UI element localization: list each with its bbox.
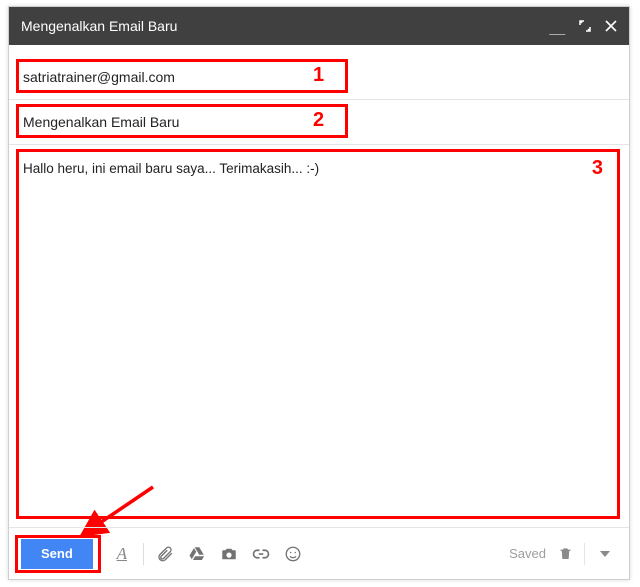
compose-window: Mengenalkan Email Baru __ 1 — [8, 6, 630, 580]
attach-icon[interactable] — [150, 539, 180, 569]
body-field[interactable] — [21, 155, 617, 527]
drive-icon[interactable] — [182, 539, 212, 569]
window-title: Mengenalkan Email Baru — [21, 18, 177, 34]
formatting-button[interactable]: A — [107, 539, 137, 569]
expand-icon[interactable] — [579, 20, 591, 32]
saved-label: Saved — [509, 546, 546, 561]
minimize-icon[interactable]: __ — [549, 21, 565, 35]
more-options-button[interactable] — [593, 549, 617, 559]
link-icon[interactable] — [246, 539, 276, 569]
toolbar-divider — [584, 543, 585, 565]
subject-row: 2 — [21, 100, 617, 144]
close-icon[interactable] — [605, 20, 617, 32]
emoji-icon[interactable] — [278, 539, 308, 569]
to-row: 1 — [21, 55, 617, 99]
window-controls: __ — [549, 19, 617, 33]
toolbar-divider — [143, 543, 144, 565]
titlebar: Mengenalkan Email Baru __ — [9, 7, 629, 45]
send-button[interactable]: Send — [21, 539, 93, 569]
footer-right: Saved — [509, 539, 617, 569]
subject-field[interactable] — [21, 107, 617, 137]
body-area: 3 — [21, 145, 617, 527]
footer: Send A — [9, 527, 629, 579]
footer-left: Send A — [21, 539, 308, 569]
compose-content: 1 2 3 — [9, 45, 629, 527]
photo-icon[interactable] — [214, 539, 244, 569]
to-field[interactable] — [21, 62, 617, 92]
trash-icon[interactable] — [554, 539, 576, 569]
